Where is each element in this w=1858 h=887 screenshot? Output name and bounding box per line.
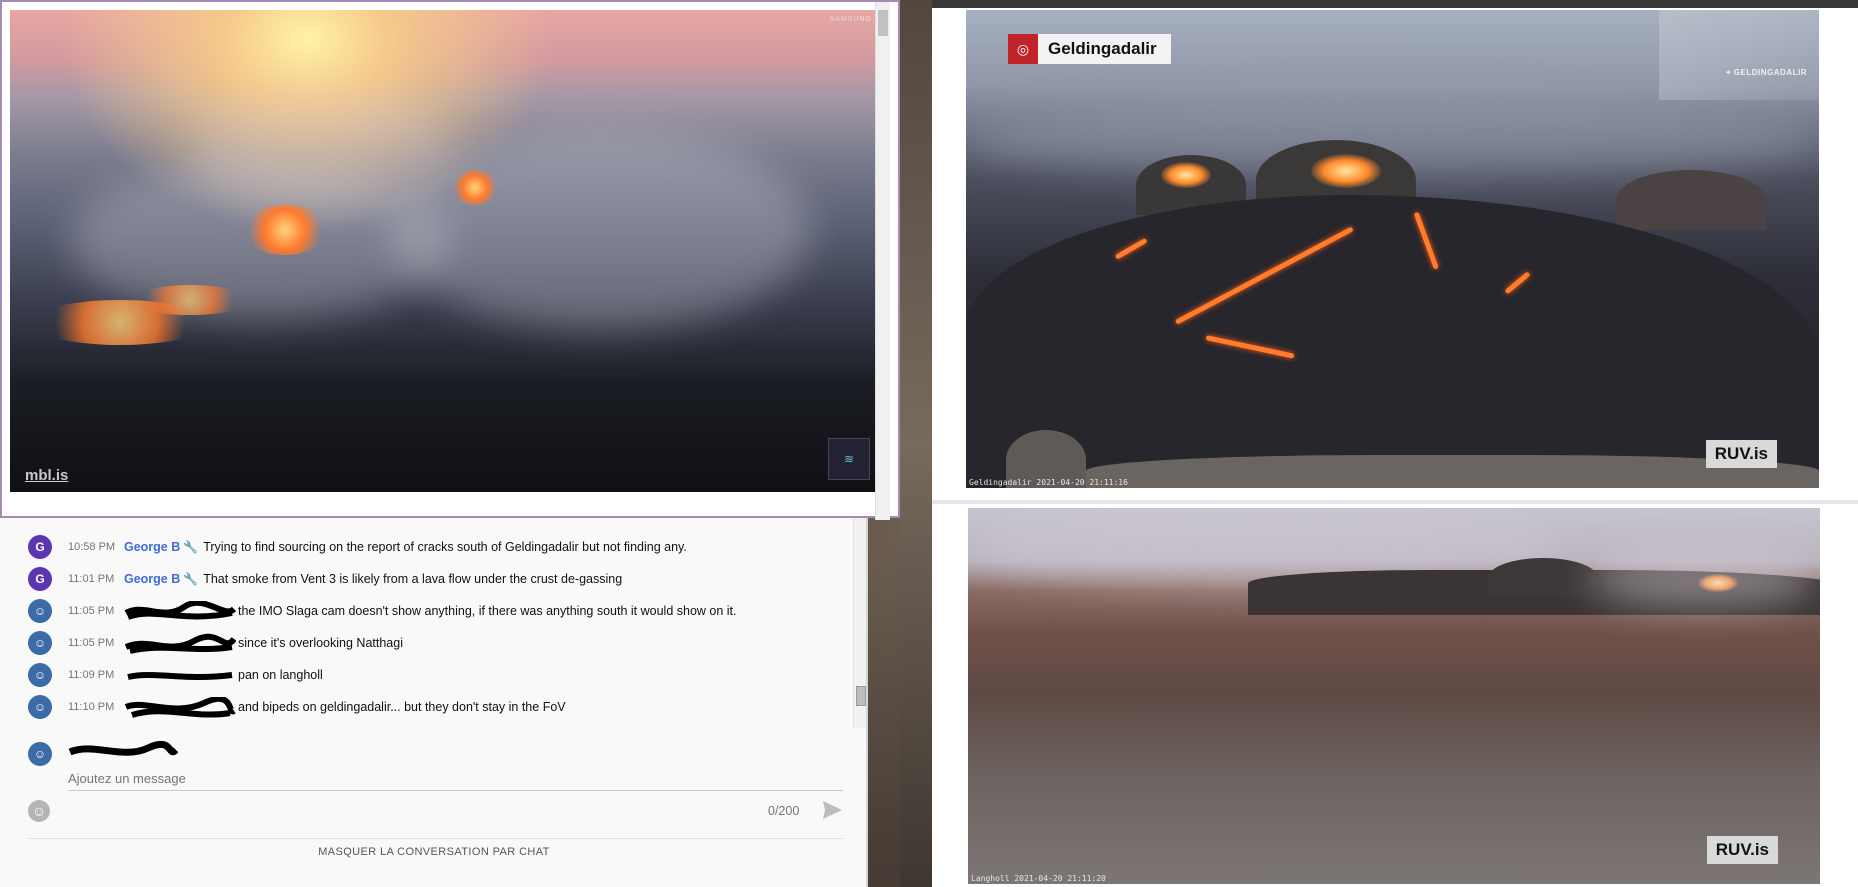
send-arrow-icon[interactable] [820,798,844,822]
message-time: 11:10 PM [68,701,115,713]
character-counter: 0/200 [768,804,800,818]
chat-message: ☺ 11:05 PM the IMO Slaga cam doesn't sho… [28,597,737,625]
message-time: 11:01 PM [68,573,115,585]
composer-divider [28,838,843,839]
steam-plume [1588,548,1818,608]
ruv-geldingadalir-window[interactable]: ⌖ GELDINGADALIR ◎ Geldingadalir RUV.is G… [932,0,1858,500]
message-text: the IMO Slaga cam doesn't show anything,… [238,604,737,618]
scrollbar-thumb[interactable] [878,10,888,36]
mbl-video-window[interactable]: SAMSUNG mbl.is ≋ [0,0,900,520]
composer-avatar: ☺ [28,742,52,766]
camera-timestamp: Geldingadalir 2021-04-20 21:11:16 [969,478,1128,487]
message-time: 11:05 PM [68,637,115,649]
lava-fountain [450,170,500,205]
live-chat-panel: G 10:58 PM George B 🔧 Trying to find sou… [0,518,868,887]
map-label-text: GELDINGADALIR [1733,68,1807,77]
avatar[interactable]: G [28,535,52,559]
ruv-geldingadalir-player[interactable]: ⌖ GELDINGADALIR ◎ Geldingadalir RUV.is G… [966,10,1819,488]
message-text: pan on langholl [238,668,323,682]
redacted-author [124,633,236,654]
message-time: 11:09 PM [68,669,115,681]
location-map-inset [1659,10,1819,100]
camera-timestamp: Langholl 2021-04-20 21:11:20 [971,874,1106,883]
ruv-brand-badge: RUV.is [1705,440,1777,468]
message-input[interactable] [68,766,843,791]
samsung-mark: SAMSUNG [829,16,872,23]
map-location-label: ⌖ GELDINGADALIR [1726,68,1807,77]
lava-fountain [240,205,330,255]
location-badge: ◎ Geldingadalir [1008,34,1171,64]
avatar[interactable]: ☺ [28,599,52,623]
desktop-gap [900,0,932,887]
message-text: That smoke from Vent 3 is likely from a … [203,572,623,586]
mbl-video-player[interactable]: SAMSUNG mbl.is ≋ [10,10,882,492]
redacted-author [124,697,236,718]
mbl-watermark[interactable]: mbl.is [25,467,68,484]
redacted-author [124,667,233,683]
ruv-brand-badge: RUV.is [1706,836,1778,864]
message-text: Trying to find sourcing on the report of… [203,540,687,554]
chat-message: G 11:01 PM George B 🔧 That smoke from Ve… [28,565,622,593]
chat-message: ☺ 11:05 PM since it's overlooking Nattha… [28,629,403,657]
hide-chat-button[interactable]: MASQUER LA CONVERSATION PAR CHAT [0,846,868,858]
lava-field [966,195,1819,488]
ruv-langholl-player[interactable]: RUV.is Langholl 2021-04-20 21:11:20 [968,508,1820,884]
location-badge-label: Geldingadalir [1048,39,1157,58]
ruv-langholl-window[interactable]: RUV.is Langholl 2021-04-20 21:11:20 [932,500,1858,887]
chat-message: ☺ 11:09 PM pan on langholl [28,661,323,689]
message-author[interactable]: George B [124,572,180,586]
chat-message: G 10:58 PM George B 🔧 Trying to find sou… [28,533,687,561]
smoke-cloud [390,130,810,330]
message-time: 11:05 PM [68,605,115,617]
lava-flow [130,285,250,315]
lava-crater [1311,154,1381,188]
redacted-author [124,601,236,620]
lava-crater [1161,162,1211,188]
ruv-logo-icon: ◎ [1008,34,1038,64]
avatar[interactable]: ☺ [28,631,52,655]
cone-right [1616,170,1766,230]
message-time: 10:58 PM [68,541,116,553]
smiley-icon[interactable]: ☺ [28,800,50,822]
message-author[interactable]: George B [124,540,180,554]
message-text: and bipeds on geldingadalir... but they … [238,700,566,714]
window-scrollbar[interactable] [875,2,890,520]
chat-border [866,518,868,887]
avatar[interactable]: ☺ [28,663,52,687]
channel-logo-icon[interactable]: ≋ [828,438,870,480]
wrench-icon: 🔧 [183,572,199,586]
message-text: since it's overlooking Natthagi [238,636,403,650]
cone [1488,558,1598,598]
chat-message: ☺ 11:10 PM and bipeds on geldingadalir..… [28,693,566,721]
redacted-composer-name [68,740,179,762]
avatar[interactable]: ☺ [28,695,52,719]
chat-scrollbar-thumb[interactable] [856,686,866,706]
wrench-icon: 🔧 [183,540,199,554]
avatar[interactable]: G [28,567,52,591]
smoke-cloud [190,90,450,210]
